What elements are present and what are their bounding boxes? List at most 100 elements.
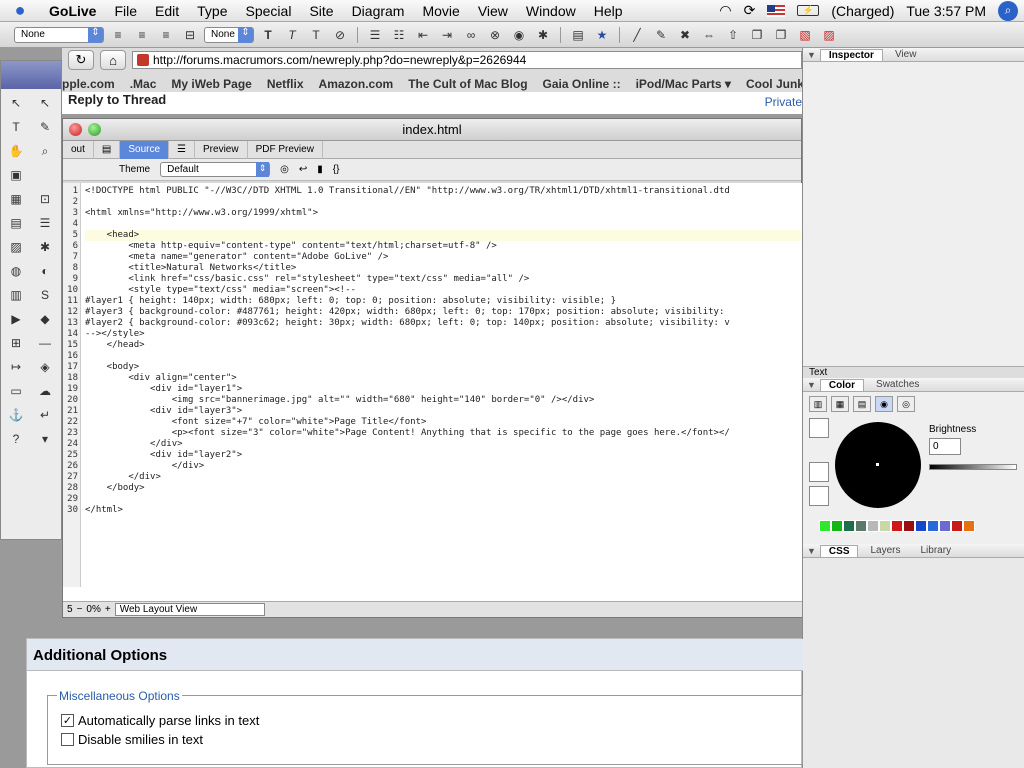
tab-outline-icon[interactable]: ☰: [169, 140, 196, 159]
option-disable-smilies[interactable]: Disable smilies in text: [61, 732, 203, 747]
code-line[interactable]: </div>: [85, 472, 801, 483]
quicktime-object-icon[interactable]: ◐: [33, 261, 57, 281]
color-wheel[interactable]: [835, 422, 921, 508]
swf-object-icon[interactable]: ◍: [4, 261, 28, 281]
private-tab[interactable]: Private: [765, 95, 802, 109]
table-object-icon[interactable]: ▦: [4, 189, 28, 209]
code-line[interactable]: </head>: [85, 340, 801, 351]
eyedropper-swatch-icon[interactable]: [809, 462, 829, 482]
no-color-swatch-icon[interactable]: [809, 418, 829, 438]
grayscale-mode-icon[interactable]: ▥: [809, 396, 827, 412]
code-line[interactable]: <img src="bannerimage.jpg" alt="" width=…: [85, 395, 801, 406]
line-object-icon[interactable]: —: [33, 333, 57, 353]
paste-icon[interactable]: ❐: [771, 26, 791, 44]
teletype-icon[interactable]: T: [306, 26, 326, 44]
source-code-editor[interactable]: 1 2 3 4 5 6 7 8 9 10 11 12 13 14 15 16 17 18 19 20 21 22 23 24 2…: [63, 183, 803, 601]
text-color-icon[interactable]: ⊘: [330, 26, 350, 44]
italic-icon[interactable]: T: [282, 26, 302, 44]
plugin-object-icon[interactable]: ✱: [33, 237, 57, 257]
align-center-icon[interactable]: ≡: [132, 26, 152, 44]
disable-smilies-checkbox[interactable]: [61, 733, 74, 746]
color-swatch[interactable]: [903, 520, 915, 532]
code-line[interactable]: </div>: [85, 461, 801, 472]
draw-icon[interactable]: ╱: [627, 26, 647, 44]
menu-site[interactable]: Site: [300, 3, 342, 19]
bookmark-cult-of-mac[interactable]: The Cult of Mac Blog: [408, 77, 527, 91]
tab-layout[interactable]: out: [63, 140, 94, 159]
pdf-icon[interactable]: ▧: [795, 26, 815, 44]
home-icon[interactable]: ⌂: [100, 50, 126, 70]
floating-box-icon[interactable]: ☰: [33, 213, 57, 233]
line-break-object-icon[interactable]: ↵: [33, 405, 57, 425]
collapse-triangle-icon[interactable]: ▼: [803, 380, 816, 390]
color-swatch[interactable]: [879, 520, 891, 532]
tab-frame-icon[interactable]: ▤: [94, 140, 121, 159]
color-swatch[interactable]: [831, 520, 843, 532]
code-line[interactable]: <!DOCTYPE html PUBLIC "-//W3C//DTD XHTML…: [85, 186, 801, 197]
braces-button[interactable]: {}: [333, 164, 340, 175]
bookmark-ipod-mac-parts[interactable]: iPod/Mac Parts ▾: [636, 77, 731, 91]
color-swatch[interactable]: [963, 520, 975, 532]
hand-tool-icon[interactable]: ✋: [4, 141, 28, 161]
zoom-level[interactable]: 0%: [86, 604, 100, 615]
zoom-tool-icon[interactable]: ⌕: [33, 141, 57, 161]
layout-grid-icon[interactable]: ⊡: [33, 189, 57, 209]
brightness-slider[interactable]: [929, 464, 1017, 470]
collapse-triangle-icon[interactable]: ▼: [803, 50, 816, 60]
select-tool-icon[interactable]: ↖: [4, 93, 28, 113]
tab-source[interactable]: Source: [120, 140, 170, 159]
code-line[interactable]: <head>: [85, 230, 801, 241]
tools-icon[interactable]: ✖: [675, 26, 695, 44]
view-mode-select[interactable]: Web Layout View: [114, 603, 265, 616]
bookmark-netflix[interactable]: Netflix: [267, 77, 304, 91]
code-line[interactable]: <style type="text/css" media="screen"><!…: [85, 285, 801, 296]
tab-preview[interactable]: Preview: [195, 140, 248, 159]
bookmark-mac[interactable]: .Mac: [130, 77, 157, 91]
battery-status[interactable]: (Charged): [831, 3, 894, 19]
eyedropper-icon[interactable]: ✎: [33, 117, 57, 137]
menu-view[interactable]: View: [469, 3, 517, 19]
parse-links-checkbox[interactable]: ✓: [61, 714, 74, 727]
color-swatch[interactable]: [939, 520, 951, 532]
paragraph-style-select[interactable]: None: [14, 26, 104, 43]
more-objects-chevron-icon[interactable]: ▾: [33, 429, 57, 449]
list-style-icon[interactable]: ⊟: [180, 26, 200, 44]
code-line[interactable]: #layer2 { background-color: #093c62; hei…: [85, 318, 801, 329]
cmyk-mode-icon[interactable]: ▤: [853, 396, 871, 412]
syntax-check-icon[interactable]: ◎: [280, 164, 289, 175]
code-line[interactable]: [85, 197, 801, 208]
zoom-out-icon[interactable]: −: [77, 604, 83, 615]
preview-icon[interactable]: ◉: [509, 26, 529, 44]
code-line[interactable]: <title>Natural Networks</title>: [85, 263, 801, 274]
bookmark-my-iweb-page[interactable]: My iWeb Page: [171, 77, 251, 91]
wifi-icon[interactable]: ◠: [719, 2, 731, 19]
code-line[interactable]: #layer1 { height: 140px; width: 680px; l…: [85, 296, 801, 307]
code-line[interactable]: </html>: [85, 505, 801, 516]
color-swatch[interactable]: [819, 520, 831, 532]
indent-icon[interactable]: ⇥: [437, 26, 457, 44]
unordered-list-icon[interactable]: ☰: [365, 26, 385, 44]
color-swatch[interactable]: [927, 520, 939, 532]
menu-special[interactable]: Special: [237, 3, 301, 19]
menu-help[interactable]: Help: [585, 3, 632, 19]
tab-swatches[interactable]: Swatches: [868, 379, 927, 390]
code-text[interactable]: <!DOCTYPE html PUBLIC "-//W3C//DTD XHTML…: [85, 186, 801, 516]
color-swatch[interactable]: [867, 520, 879, 532]
tab-library[interactable]: Library: [913, 545, 960, 556]
battery-icon[interactable]: ⚡: [797, 5, 820, 16]
menu-movie[interactable]: Movie: [413, 3, 468, 19]
brightness-field[interactable]: 0: [929, 438, 961, 455]
comment-object-icon[interactable]: ⊞: [4, 333, 28, 353]
code-line[interactable]: <div id="layer2">: [85, 450, 801, 461]
site-icon[interactable]: ▤: [568, 26, 588, 44]
color-wheel-mode-icon[interactable]: ◉: [875, 396, 893, 412]
objects-basic-icon[interactable]: ▣: [4, 165, 28, 185]
web-color-mode-icon[interactable]: ◎: [897, 396, 915, 412]
objects-basic-alt-icon[interactable]: [33, 165, 57, 185]
tab-inspector[interactable]: Inspector: [819, 48, 883, 61]
apple-menu-icon[interactable]: ●: [0, 0, 40, 21]
rgb-mode-icon[interactable]: ▦: [831, 396, 849, 412]
upload-icon[interactable]: ⇧: [723, 26, 743, 44]
align-left-icon[interactable]: ≡: [108, 26, 128, 44]
color-swatch[interactable]: [843, 520, 855, 532]
